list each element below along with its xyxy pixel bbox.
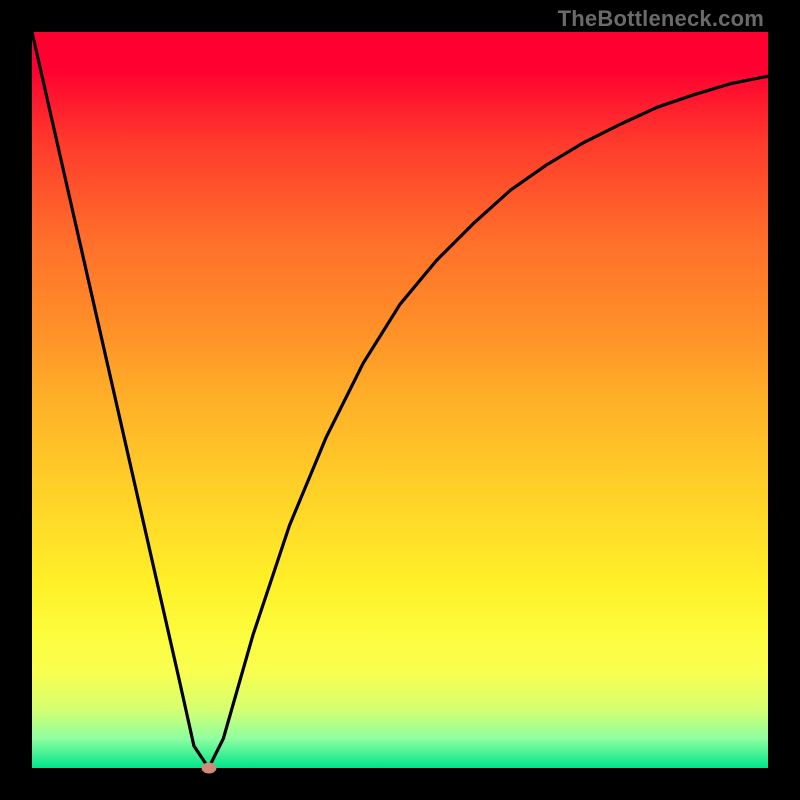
chart-line-svg: [32, 32, 768, 768]
bottleneck-curve-path: [32, 32, 768, 768]
plot-area: [32, 32, 768, 768]
chart-frame: TheBottleneck.com: [0, 0, 800, 800]
optimal-point-marker: [201, 763, 216, 774]
watermark-text: TheBottleneck.com: [558, 6, 764, 32]
